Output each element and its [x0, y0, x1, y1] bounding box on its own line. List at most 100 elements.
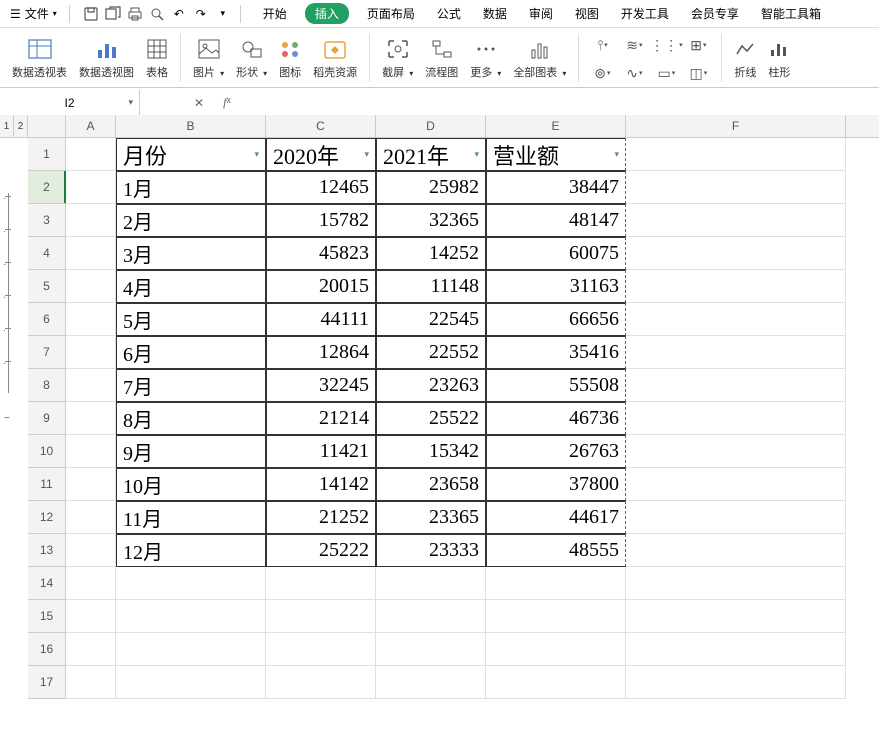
cell-B12[interactable]: 11月 [116, 501, 266, 534]
chart-type-0[interactable]: ⫯▾ [591, 34, 613, 56]
chart-type-7[interactable]: ◫▾ [687, 62, 709, 84]
cell-C11[interactable]: 14142 [266, 468, 376, 501]
cell-C12[interactable]: 21252 [266, 501, 376, 534]
tab-0[interactable]: 开始 [259, 3, 291, 24]
select-all-corner[interactable] [28, 115, 66, 137]
ribbon-table[interactable]: 表格 [142, 30, 172, 86]
tab-8[interactable]: 会员专享 [687, 3, 743, 24]
cell-F14[interactable] [626, 567, 846, 600]
row-header-17[interactable]: 17 [28, 666, 66, 699]
cell-F9[interactable] [626, 402, 846, 435]
cell-D1[interactable]: 2021年▾ [376, 138, 486, 171]
cell-E14[interactable] [486, 567, 626, 600]
save-as-icon[interactable] [102, 3, 124, 25]
row-header-16[interactable]: 16 [28, 633, 66, 666]
ribbon-screenshot[interactable]: 截屏 ▾ [378, 30, 417, 86]
filter-dropdown-icon[interactable]: ▾ [250, 149, 259, 160]
cell-C14[interactable] [266, 567, 376, 600]
qat-more-icon[interactable]: ▾ [212, 3, 234, 25]
cell-E3[interactable]: 48147 [486, 204, 626, 237]
tab-9[interactable]: 智能工具箱 [757, 3, 825, 24]
name-box[interactable]: ▾ [0, 90, 140, 115]
cell-C3[interactable]: 15782 [266, 204, 376, 237]
cell-D13[interactable]: 23333 [376, 534, 486, 567]
cell-E11[interactable]: 37800 [486, 468, 626, 501]
cell-C17[interactable] [266, 666, 376, 699]
cell-B2[interactable]: 1月 [116, 171, 266, 204]
chart-type-6[interactable]: ▭▾ [655, 62, 677, 84]
col-header-E[interactable]: E [486, 115, 626, 137]
ribbon-picture[interactable]: 图片 ▾ [189, 30, 228, 86]
cell-A4[interactable] [66, 237, 116, 270]
cell-E2[interactable]: 38447 [486, 171, 626, 204]
cell-E4[interactable]: 60075 [486, 237, 626, 270]
cell-D2[interactable]: 25982 [376, 171, 486, 204]
cell-D15[interactable] [376, 600, 486, 633]
cell-F8[interactable] [626, 369, 846, 402]
cell-B16[interactable] [116, 633, 266, 666]
cell-E6[interactable]: 66656 [486, 303, 626, 336]
cell-E5[interactable]: 31163 [486, 270, 626, 303]
filter-dropdown-icon[interactable]: ▾ [470, 149, 479, 160]
cell-D17[interactable] [376, 666, 486, 699]
cell-B7[interactable]: 6月 [116, 336, 266, 369]
cell-F11[interactable] [626, 468, 846, 501]
cell-C4[interactable]: 45823 [266, 237, 376, 270]
cell-D6[interactable]: 22545 [376, 303, 486, 336]
row-header-4[interactable]: 4 [28, 237, 66, 270]
cell-A3[interactable] [66, 204, 116, 237]
cell-F10[interactable] [626, 435, 846, 468]
tab-3[interactable]: 公式 [433, 3, 465, 24]
col-header-A[interactable]: A [66, 115, 116, 137]
row-header-10[interactable]: 10 [28, 435, 66, 468]
cell-F5[interactable] [626, 270, 846, 303]
cell-A17[interactable] [66, 666, 116, 699]
chart-type-5[interactable]: ∿▾ [623, 62, 645, 84]
cell-D14[interactable] [376, 567, 486, 600]
filter-dropdown-icon[interactable]: ▾ [610, 149, 619, 160]
save-icon[interactable] [80, 3, 102, 25]
row-header-14[interactable]: 14 [28, 567, 66, 600]
cell-E12[interactable]: 44617 [486, 501, 626, 534]
ribbon-pivot-table[interactable]: 数据透视表 [8, 30, 71, 86]
cell-C13[interactable]: 25222 [266, 534, 376, 567]
filter-dropdown-icon[interactable]: ▾ [360, 149, 369, 160]
outline-collapse-icon[interactable]: − [4, 413, 10, 424]
name-box-dropdown-icon[interactable]: ▾ [128, 97, 133, 108]
ribbon-pivot-chart[interactable]: 数据透视图 [75, 30, 138, 86]
cell-B14[interactable] [116, 567, 266, 600]
cell-F13[interactable] [626, 534, 846, 567]
cell-E13[interactable]: 48555 [486, 534, 626, 567]
cell-A12[interactable] [66, 501, 116, 534]
cell-E7[interactable]: 35416 [486, 336, 626, 369]
tab-1[interactable]: 插入 [305, 3, 349, 24]
cell-F16[interactable] [626, 633, 846, 666]
cell-A11[interactable] [66, 468, 116, 501]
cell-B15[interactable] [116, 600, 266, 633]
cell-B9[interactable]: 8月 [116, 402, 266, 435]
cell-E10[interactable]: 26763 [486, 435, 626, 468]
row-header-1[interactable]: 1 [28, 138, 66, 171]
cell-A9[interactable] [66, 402, 116, 435]
cell-F12[interactable] [626, 501, 846, 534]
cell-C7[interactable]: 12864 [266, 336, 376, 369]
cell-D10[interactable]: 15342 [376, 435, 486, 468]
print-icon[interactable] [124, 3, 146, 25]
row-header-13[interactable]: 13 [28, 534, 66, 567]
ribbon-sparkline-line[interactable]: 折线 [730, 30, 760, 86]
cell-D12[interactable]: 23365 [376, 501, 486, 534]
print-preview-icon[interactable] [146, 3, 168, 25]
cell-C2[interactable]: 12465 [266, 171, 376, 204]
col-header-B[interactable]: B [116, 115, 266, 137]
row-header-6[interactable]: 6 [28, 303, 66, 336]
cell-A6[interactable] [66, 303, 116, 336]
cell-A14[interactable] [66, 567, 116, 600]
cell-C8[interactable]: 32245 [266, 369, 376, 402]
cell-F2[interactable] [626, 171, 846, 204]
cell-C6[interactable]: 44111 [266, 303, 376, 336]
cell-B10[interactable]: 9月 [116, 435, 266, 468]
cell-F6[interactable] [626, 303, 846, 336]
cell-A7[interactable] [66, 336, 116, 369]
cell-D4[interactable]: 14252 [376, 237, 486, 270]
tab-7[interactable]: 开发工具 [617, 3, 673, 24]
